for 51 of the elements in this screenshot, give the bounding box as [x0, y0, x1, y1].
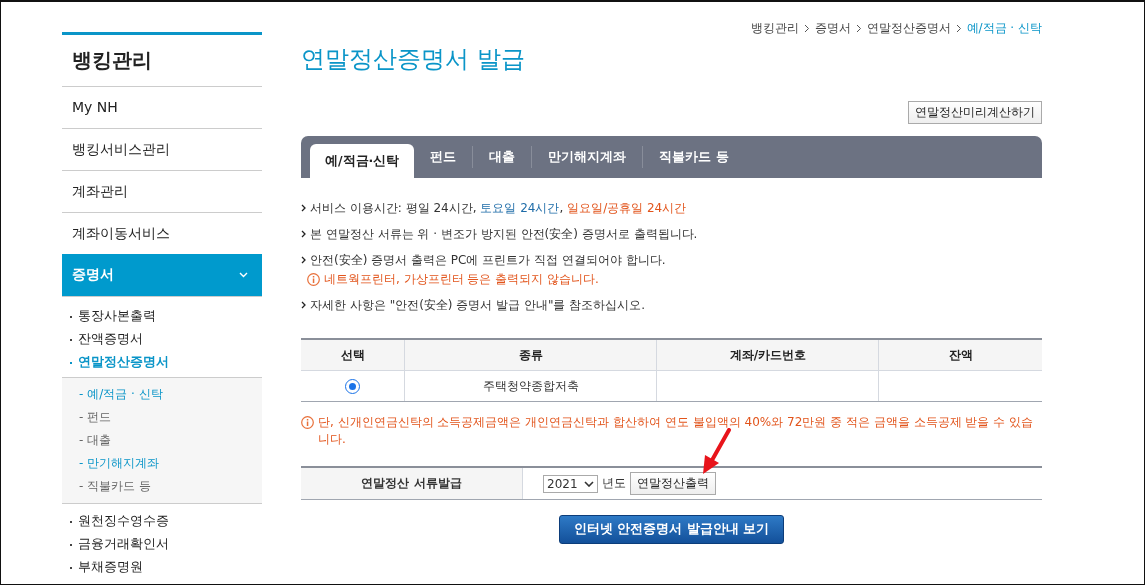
chevron-right-icon	[301, 204, 306, 212]
column-header: 잔액	[878, 339, 1042, 371]
chevron-right-icon	[301, 230, 306, 238]
guide-button[interactable]: 인터넷 안전증명서 발급안내 보기	[558, 515, 785, 544]
submenu-item[interactable]: 금융거래확인서	[62, 533, 262, 556]
info-icon	[301, 416, 314, 429]
form-label: 연말정산 서류발급	[301, 468, 523, 499]
table-cell: 주택청약종합저축	[404, 370, 657, 402]
notice-text: 서비스 이용시간: 평일 24시간, 토요일 24시간, 일요일/공휴일 24시간	[310, 200, 687, 217]
notice-text: 자세한 사항은 "안전(安全) 증명서 발급 안내"를 참조하십시오.	[310, 297, 646, 314]
chevron-right-icon	[803, 24, 810, 33]
tab[interactable]: 만기해지계좌	[531, 146, 643, 168]
sidebar-item[interactable]: 계좌관리	[62, 171, 262, 213]
year-select[interactable]: 2021	[543, 474, 598, 493]
tab[interactable]: 직불카드 등	[642, 146, 745, 168]
breadcrumb-link[interactable]: 예/적금 · 신탁	[966, 20, 1042, 37]
tab[interactable]: 펀드	[414, 146, 473, 168]
column-header: 종류	[404, 339, 657, 371]
chevron-right-icon	[855, 24, 862, 33]
submenu-item[interactable]: 부채증명원	[62, 556, 262, 579]
tab[interactable]: 예/적금·신탁	[310, 144, 415, 178]
sidebar-item[interactable]: My NH	[62, 87, 262, 129]
column-header: 계좌/카드번호	[656, 339, 879, 371]
caret-icon	[583, 480, 594, 487]
notice-text: 본 연말정산 서류는 위 · 변조가 방지된 안전(安全) 증명서로 출력됩니다.	[310, 226, 698, 243]
info-icon	[307, 273, 320, 286]
chevron-right-icon	[301, 301, 306, 309]
annotation-arrow	[703, 428, 731, 474]
sidebar-title: 뱅킹관리	[62, 35, 262, 87]
submenu-link[interactable]: - 펀드	[62, 406, 262, 429]
sidebar-item[interactable]: 뱅킹서비스관리	[62, 129, 262, 171]
page-title: 연말정산증명서 발급	[301, 44, 526, 75]
breadcrumb-link[interactable]: 연말정산증명서	[866, 20, 951, 37]
breadcrumb-link[interactable]: 증명서	[814, 20, 851, 37]
submenu-item[interactable]: 원천징수영수증	[62, 510, 262, 533]
chevron-right-icon	[955, 24, 962, 33]
print-button[interactable]: 연말정산출력	[629, 472, 716, 495]
notice-text: 안전(安全) 증명서 출력은 PC에 프린트가 직접 연결되어야 합니다.	[310, 252, 666, 269]
warning-text: 네트웍프린터, 가상프린터 등은 출력되지 않습니다.	[324, 271, 599, 288]
submenu-link[interactable]: - 직불카드 등	[62, 475, 262, 498]
preview-calc-button[interactable]: 연말정산미리계산하기	[908, 101, 1042, 124]
breadcrumb-link[interactable]: 뱅킹관리	[750, 20, 799, 37]
notice-text: 단, 신개인연금신탁의 소득공제금액은 개인연금신탁과 합산하여 연도 불입액의 40%와 72만원 중 적은 금액을 소득공제 받을 수 있습니다.	[318, 414, 1034, 448]
tab[interactable]: 대출	[472, 146, 532, 168]
submenu-link[interactable]: - 대출	[62, 429, 262, 452]
chevron-right-icon	[301, 256, 306, 264]
radio-button[interactable]	[345, 378, 361, 394]
year-suffix: 년도	[601, 475, 626, 492]
submenu-item[interactable]: 잔액증명서	[62, 328, 262, 351]
column-header: 선택	[301, 339, 405, 371]
submenu-item[interactable]: 통장사본출력	[62, 305, 262, 328]
